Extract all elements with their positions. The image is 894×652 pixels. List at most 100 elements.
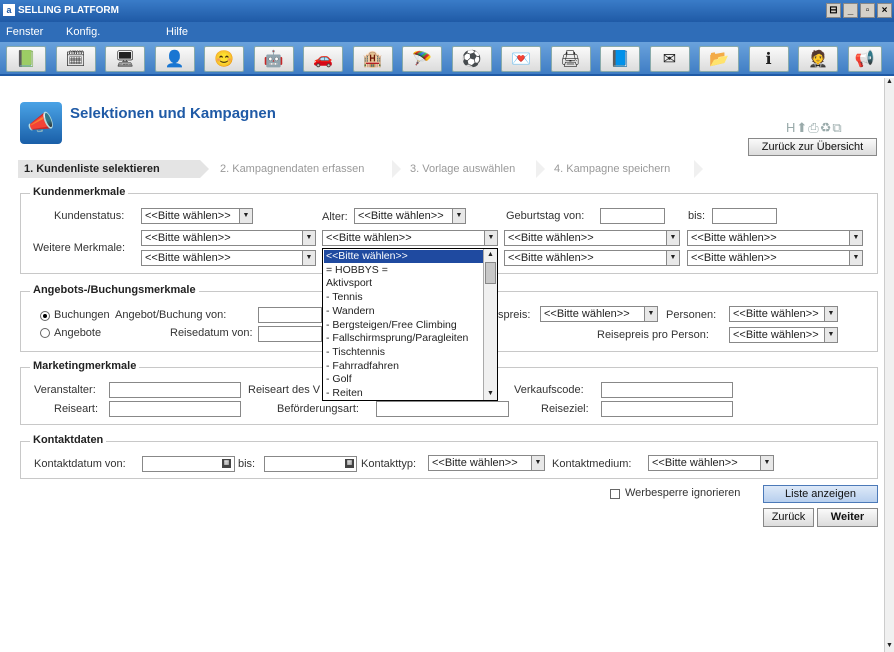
geburtstag-bis-input[interactable]: [712, 208, 777, 224]
weitere-merkmale-select-5[interactable]: <<Bitte wählen>> ▼: [141, 250, 316, 266]
car-icon[interactable]: 🚗: [303, 46, 343, 72]
reisepreis-select[interactable]: <<Bitte wählen>> ▼: [540, 306, 658, 322]
dropdown-option[interactable]: - Reiten: [324, 387, 484, 400]
zurueck-button[interactable]: Zurück: [763, 508, 814, 527]
scroll-up-icon[interactable]: ▲: [484, 249, 497, 261]
window-menu-button[interactable]: ⊟: [826, 3, 841, 18]
soccer-icon[interactable]: ⚽: [451, 46, 492, 72]
dropdown-option[interactable]: - Tischtennis: [324, 346, 484, 359]
kundenstatus-label: Kundenstatus:: [54, 210, 125, 222]
monitor-icon[interactable]: 🖥: [105, 46, 145, 72]
reisepreis-pro-person-label: Reisepreis pro Person:: [597, 329, 709, 341]
dropdown-scrollbar[interactable]: ▲ ▼: [483, 249, 497, 400]
buchungen-radio[interactable]: [40, 311, 50, 321]
back-to-overview-button[interactable]: Zurück zur Übersicht: [748, 138, 877, 156]
maximize-button[interactable]: ▫: [860, 3, 875, 18]
reiseart-input[interactable]: [109, 401, 241, 417]
dropdown-option[interactable]: - Wandern: [324, 305, 484, 318]
dropdown-option[interactable]: - Bergsteigen/Free Climbing: [324, 319, 484, 332]
angebot-buchung-von-input[interactable]: [258, 307, 322, 323]
person-icon[interactable]: 👤: [154, 46, 195, 72]
close-button[interactable]: ×: [877, 3, 892, 18]
menu-fenster[interactable]: Fenster: [6, 26, 43, 38]
weitere-merkmale-select-8[interactable]: <<Bitte wählen>> ▼: [687, 250, 863, 266]
copy-icon[interactable]: ⧉: [832, 120, 842, 135]
weitere-merkmale-select-3[interactable]: <<Bitte wählen>> ▼: [504, 230, 680, 246]
butler-icon[interactable]: 🤵: [798, 46, 838, 72]
weitere-merkmale-select-1[interactable]: <<Bitte wählen>> ▼: [141, 230, 316, 246]
minimize-button[interactable]: _: [843, 3, 858, 18]
parachute-icon[interactable]: 🪂: [402, 46, 442, 72]
marketing-legend: Marketingmerkmale: [30, 360, 140, 372]
kontakt-legend: Kontaktdaten: [30, 434, 107, 446]
weitere-merkmale-dropdown-list[interactable]: - Reiten - Golf - Fahrradfahren - Tischtenn…: [322, 248, 498, 401]
mail-icon[interactable]: ✉: [649, 46, 690, 72]
kundenstatus-select[interactable]: <<Bitte wählen>> ▼: [141, 208, 253, 224]
hotel-icon[interactable]: 🏨: [352, 46, 393, 72]
angebote-radio[interactable]: [40, 328, 50, 338]
save-icon[interactable]: H: [786, 120, 796, 135]
menu-bar: Fenster Konfig. Hilfe: [0, 22, 894, 42]
dropdown-option[interactable]: - Fahrradfahren: [324, 360, 484, 373]
chevron-down-icon: ▼: [302, 251, 315, 265]
alter-select[interactable]: <<Bitte wählen>> ▼: [354, 208, 466, 224]
dropdown-option[interactable]: Aktivsport: [324, 277, 484, 290]
faces-icon[interactable]: 😊: [204, 46, 244, 72]
kontaktmedium-select[interactable]: <<Bitte wählen>> ▼: [648, 455, 774, 471]
folder-blue-icon[interactable]: 📘: [600, 46, 640, 72]
kontaktdatum-bis-input[interactable]: [264, 456, 357, 472]
dropdown-option[interactable]: = HOBBYS =: [324, 264, 484, 277]
verkaufscode-label: Verkaufscode:: [514, 384, 584, 396]
kontakttyp-select[interactable]: <<Bitte wählen>> ▼: [428, 455, 545, 471]
scroll-thumb[interactable]: [485, 262, 496, 284]
book-icon[interactable]: 📗: [6, 46, 46, 72]
chevron-down-icon: ▼: [531, 456, 544, 470]
menu-konfig[interactable]: Konfig.: [66, 26, 100, 38]
weitere-merkmale-select-2[interactable]: <<Bitte wählen>> ▼: [322, 230, 498, 246]
scroll-down-icon[interactable]: ▼: [484, 388, 497, 400]
folder-open-icon[interactable]: 📂: [699, 46, 739, 72]
reiseart-des-label: Reiseart des V: [248, 384, 321, 396]
reisepreis-pro-person-select[interactable]: <<Bitte wählen>> ▼: [729, 327, 838, 343]
calendar-icon[interactable]: ▦: [345, 459, 354, 468]
robot-icon[interactable]: 🤖: [253, 46, 294, 72]
veranstalter-input[interactable]: [109, 382, 241, 398]
angebot-buchung-von-label: Angebot/Buchung von:: [115, 309, 227, 321]
app-icon: a: [3, 4, 15, 16]
chevron-down-icon: ▼: [760, 456, 773, 470]
liste-anzeigen-button[interactable]: Liste anzeigen: [763, 485, 878, 503]
befoerderungsart-input[interactable]: [376, 401, 509, 417]
chevron-down-icon: ▼: [824, 328, 837, 342]
weitere-merkmale-select-7[interactable]: <<Bitte wählen>> ▼: [504, 250, 680, 266]
card-icon[interactable]: 💌: [501, 46, 541, 72]
vertical-scrollbar[interactable]: ▲ ▼: [884, 78, 894, 652]
angebote-label: Angebote: [54, 327, 102, 339]
geburtstag-von-input[interactable]: [600, 208, 665, 224]
werbesperre-checkbox[interactable]: [610, 489, 620, 499]
calendar-icon[interactable]: 🗓: [55, 46, 96, 72]
print-icon[interactable]: 🖨: [550, 46, 591, 72]
verkaufscode-input[interactable]: [601, 382, 733, 398]
left-margin: [0, 78, 10, 652]
menu-hilfe[interactable]: Hilfe: [166, 26, 188, 38]
dropdown-option[interactable]: - Fallschirmsprung/Paragleiten: [324, 332, 484, 345]
print-icon[interactable]: ⎙: [808, 120, 819, 135]
delete-icon[interactable]: ♻: [820, 120, 833, 135]
reisepreis-label: spreis:: [498, 309, 531, 321]
dropdown-option[interactable]: <<Bitte wählen>>: [324, 250, 484, 263]
scroll-up-icon[interactable]: ▲: [885, 78, 894, 88]
info-icon[interactable]: ℹ: [748, 46, 789, 72]
export-icon[interactable]: ⬆: [796, 120, 808, 135]
reiseziel-label: Reiseziel:: [541, 403, 589, 415]
personen-select[interactable]: <<Bitte wählen>> ▼: [729, 306, 838, 322]
weiter-button[interactable]: Weiter: [817, 508, 878, 527]
weitere-merkmale-select-4[interactable]: <<Bitte wählen>> ▼: [687, 230, 863, 246]
chevron-down-icon: ▼: [849, 231, 862, 245]
reisedatum-von-input[interactable]: [258, 326, 322, 342]
scroll-down-icon[interactable]: ▼: [885, 642, 894, 652]
megaphone-icon[interactable]: 📢: [847, 46, 882, 72]
dropdown-option[interactable]: - Tennis: [324, 291, 484, 304]
dropdown-option[interactable]: - Golf: [324, 373, 484, 386]
calendar-icon[interactable]: ▦: [222, 459, 231, 468]
reiseziel-input[interactable]: [601, 401, 733, 417]
